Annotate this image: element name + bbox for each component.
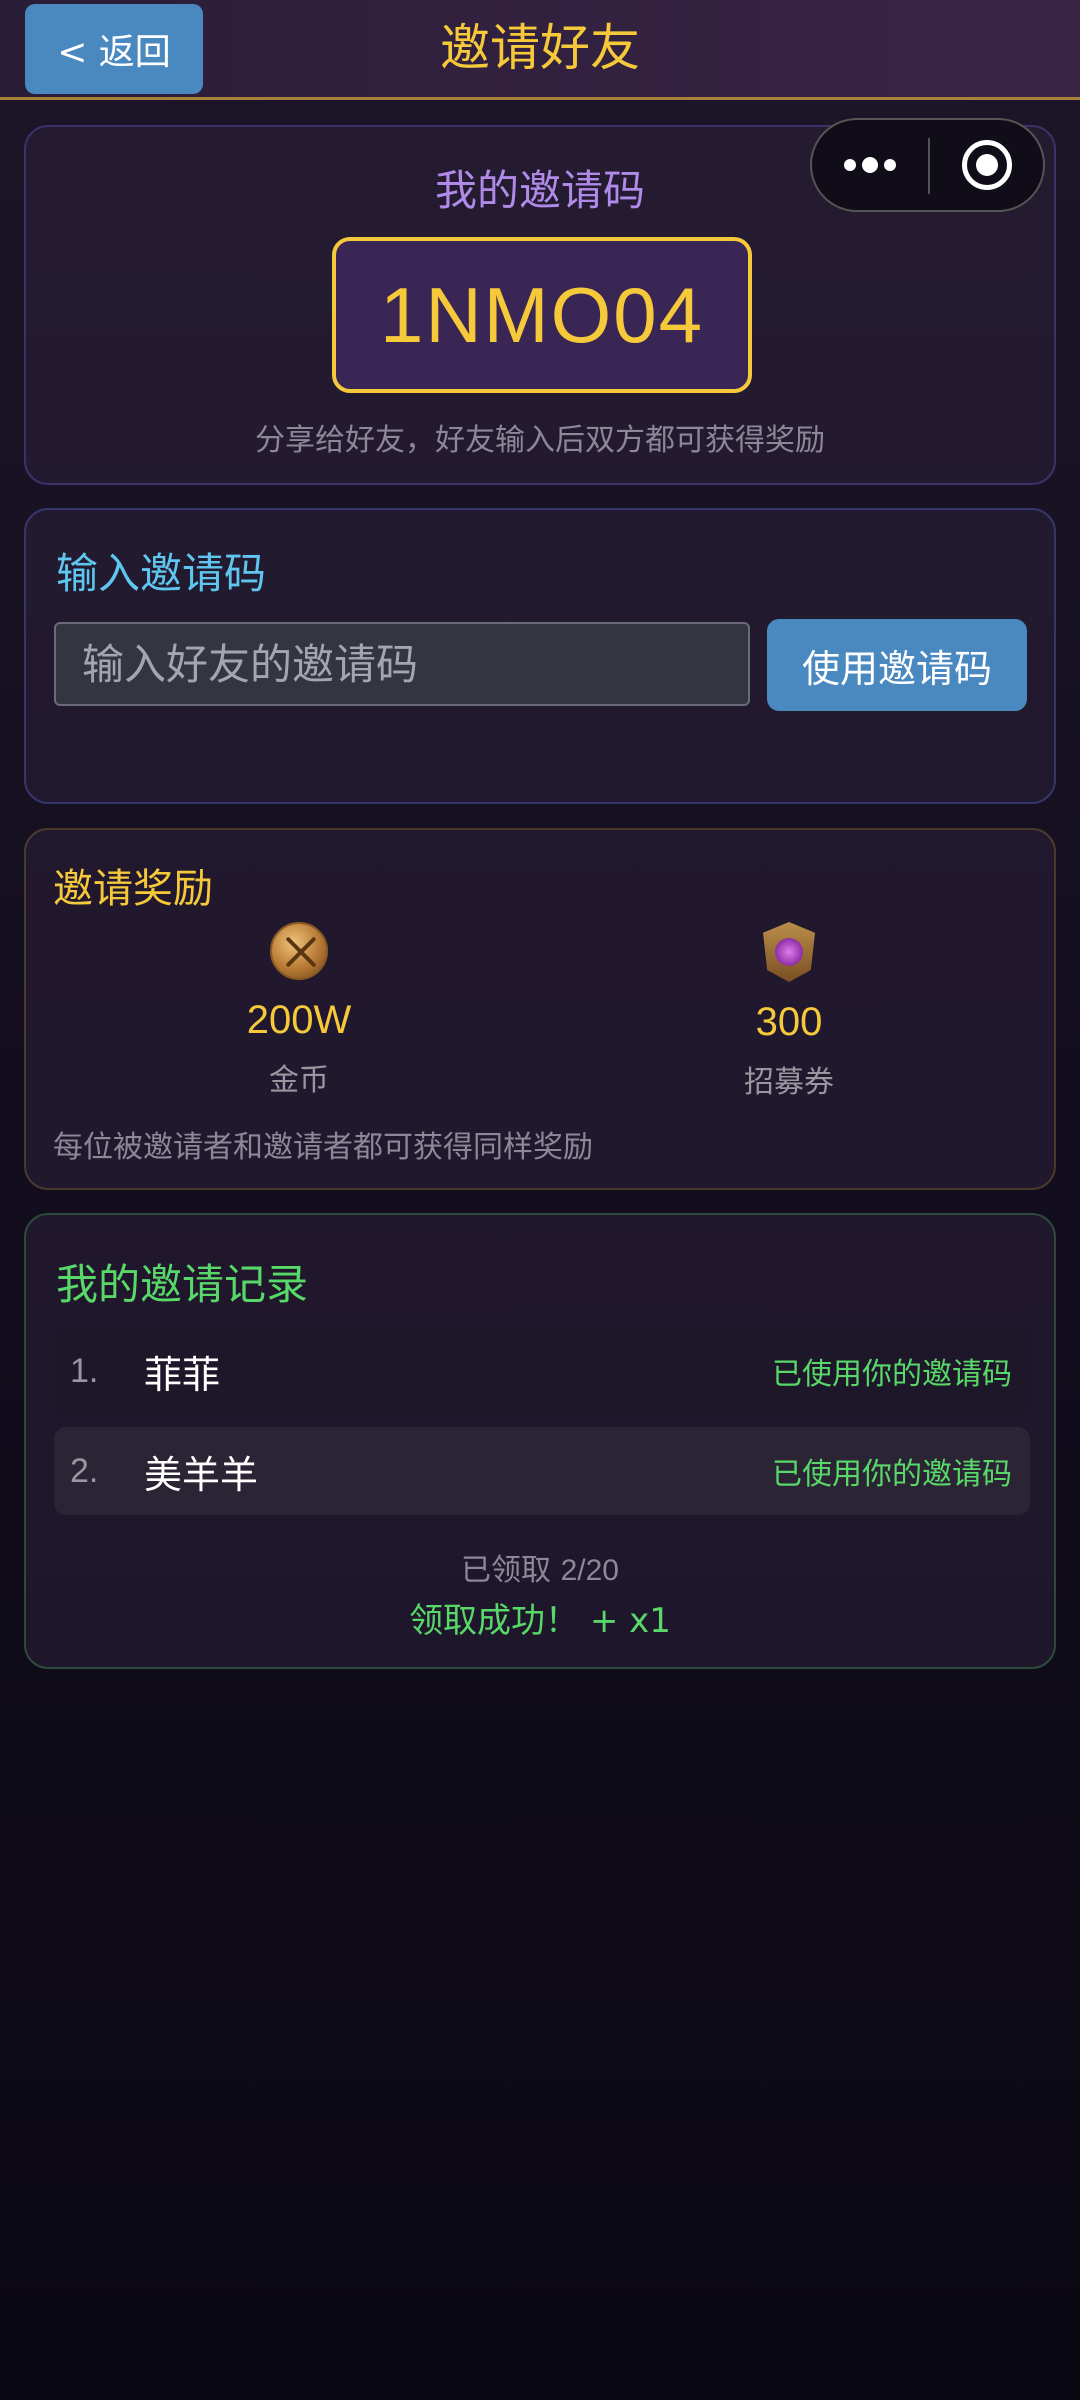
record-name: 菲菲 [144,1352,221,1397]
rewards-note: 每位被邀请者和邀请者都可获得同样奖励 [53,1130,593,1165]
claimed-label: 已领取 [461,1553,552,1588]
miniprogram-capsule [810,118,1045,212]
header-bar: < 返回 邀请好友 [0,0,1080,100]
reward-amount: 200W [246,998,352,1042]
recruit-ticket-icon [763,922,815,982]
list-item: 2. 美羊羊 已使用你的邀请码 [54,1427,1030,1515]
reward-item-ticket: 300 招募券 [639,922,939,1101]
invite-records-card: 我的邀请记录 1. 菲菲 已使用你的邀请码 2. 美羊羊 已使用你的邀请码 已领… [24,1213,1056,1669]
invite-records-title: 我的邀请记录 [56,1260,309,1309]
record-status: 已使用你的邀请码 [772,1457,1012,1492]
reward-item-gold: 200W 金币 [149,922,449,1099]
claimed-value: 2/20 [560,1554,619,1587]
invite-rewards-card: 邀请奖励 200W 金币 300 招募券 每位被邀请者和邀请者都可获得同样奖励 [24,828,1056,1190]
record-index: 1. [70,1351,99,1390]
reward-amount: 300 [755,1000,823,1044]
claim-success-message: 领取成功！ + x1 [409,1601,671,1641]
reward-name: 招募券 [744,1065,834,1100]
invite-rewards-title: 邀请奖励 [53,866,213,912]
list-item: 1. 菲菲 已使用你的邀请码 [54,1327,1030,1415]
close-miniprogram-icon[interactable] [962,140,1012,190]
invite-code-display[interactable]: 1NMO04 [332,237,752,393]
enter-invite-code-card: 输入邀请码 使用邀请码 [24,508,1056,804]
invite-code-input[interactable] [54,622,750,706]
invite-code-hint: 分享给好友，好友输入后双方都可获得奖励 [255,423,825,458]
enter-invite-code-title: 输入邀请码 [56,549,267,598]
record-status: 已使用你的邀请码 [772,1357,1012,1392]
capsule-divider [928,138,930,194]
use-invite-code-button[interactable]: 使用邀请码 [767,619,1027,711]
gold-coin-icon [270,922,328,980]
claimed-count: 已领取 2/20 [26,1545,1054,1589]
record-name: 美羊羊 [144,1452,259,1497]
record-index: 2. [70,1451,99,1490]
more-menu-icon[interactable] [812,120,928,210]
reward-name: 金币 [269,1063,329,1098]
page-title: 邀请好友 [440,19,640,77]
